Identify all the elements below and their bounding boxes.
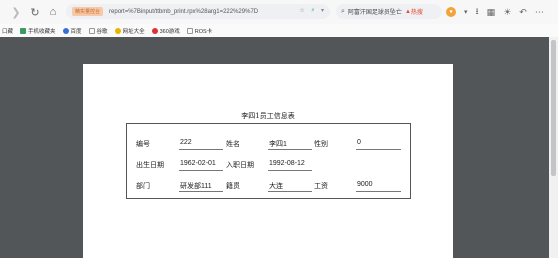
- bookmark-mobile[interactable]: 手机收藏夹: [20, 27, 56, 35]
- bookmark-ros[interactable]: ROS卡: [186, 27, 212, 35]
- bookmark-folder[interactable]: 口藏: [2, 27, 13, 35]
- name-value: 李四1: [269, 141, 287, 148]
- address-bar[interactable]: 精实量控台 report=%7Binput/ttbmb_print.rpx%28…: [66, 4, 330, 19]
- salary-underline: [356, 191, 401, 192]
- sun-icon[interactable]: ☀: [503, 7, 511, 18]
- gender-underline: [356, 149, 401, 150]
- browser-toolbar: ❯ ↻ ⌂ 精实量控台 report=%7Binput/ttbmb_print.…: [0, 0, 558, 24]
- bookmarks-bar: 口藏 手机收藏夹 百度 谷歌 网址大全 360游戏 ROS卡: [0, 24, 558, 37]
- search-text[interactable]: 阿富汗国足球员坠亡: [348, 7, 402, 16]
- apps-grid-icon[interactable]: ▦: [487, 7, 496, 18]
- birth-label: 出生日期: [136, 161, 164, 169]
- page-icon: [186, 27, 193, 34]
- dept-underline: [179, 191, 223, 192]
- dropdown-icon[interactable]: ▾: [321, 7, 324, 14]
- search-icon: ⌕: [341, 7, 345, 15]
- birth-value: 1962-02-01: [180, 160, 216, 167]
- name-underline: [268, 149, 312, 150]
- document-title: 李四1员工信息表: [241, 112, 295, 120]
- home-icon[interactable]: ⌂: [45, 4, 61, 20]
- undo-icon[interactable]: ↶: [519, 7, 527, 18]
- origin-value: 大连: [269, 183, 283, 190]
- gender-value: 0: [357, 139, 361, 146]
- salary-value: 9000: [357, 181, 373, 188]
- baidu-icon: [62, 27, 69, 34]
- dept-value: 研发部111: [180, 183, 212, 190]
- hire-underline: [268, 170, 312, 171]
- url-text[interactable]: report=%7Binput/ttbmb_print.rpx%28arg1=2…: [109, 9, 258, 15]
- bookmark-baidu[interactable]: 百度: [62, 27, 82, 35]
- search-box[interactable]: ⌕ 阿富汗国足球员坠亡 ▲ 热搜: [336, 4, 442, 19]
- id-underline: [179, 149, 223, 150]
- more-icon[interactable]: ⋯: [535, 7, 544, 18]
- page-icon: [88, 27, 95, 34]
- hire-value: 1992-08-12: [269, 160, 305, 167]
- hire-label: 入职日期: [226, 161, 254, 169]
- bookmark-google[interactable]: 谷歌: [88, 27, 108, 35]
- id-label: 编号: [136, 140, 150, 148]
- info-table: 编号 222 姓名 李四1 性别 0 出生日期 1962-02-01 入职日期 …: [126, 123, 411, 199]
- menu-dropdown-icon[interactable]: ▾: [464, 8, 468, 16]
- phone-icon: [20, 27, 27, 34]
- birth-underline: [179, 170, 223, 171]
- reload-icon[interactable]: ↻: [27, 4, 43, 20]
- game-icon: [151, 27, 158, 34]
- salary-label: 工资: [314, 182, 328, 190]
- id-value: 222: [180, 139, 192, 146]
- bookmark-360game[interactable]: 360游戏: [151, 27, 180, 35]
- download-icon[interactable]: ⭳: [476, 4, 479, 20]
- origin-label: 籍贯: [226, 182, 240, 190]
- origin-underline: [268, 191, 312, 192]
- search-hot-label: 热搜: [410, 10, 423, 16]
- extension-icon[interactable]: ●: [446, 7, 456, 17]
- bookmark-star-icon[interactable]: ☆: [299, 7, 304, 14]
- paper-page: 李四1员工信息表 编号 222 姓名 李四1 性别 0 出生日期 1962-02…: [83, 64, 453, 258]
- lightning-icon[interactable]: ⚡: [311, 7, 315, 14]
- forward-icon[interactable]: ❯: [8, 4, 24, 20]
- gender-label: 性别: [314, 140, 328, 148]
- bookmark-hao[interactable]: 网址大全: [114, 27, 145, 35]
- name-label: 姓名: [226, 140, 240, 148]
- dept-label: 部门: [136, 182, 150, 190]
- safe-tag: 精实量控台: [72, 7, 104, 16]
- scrollbar-thumb[interactable]: [551, 40, 556, 176]
- hao-icon: [114, 27, 121, 34]
